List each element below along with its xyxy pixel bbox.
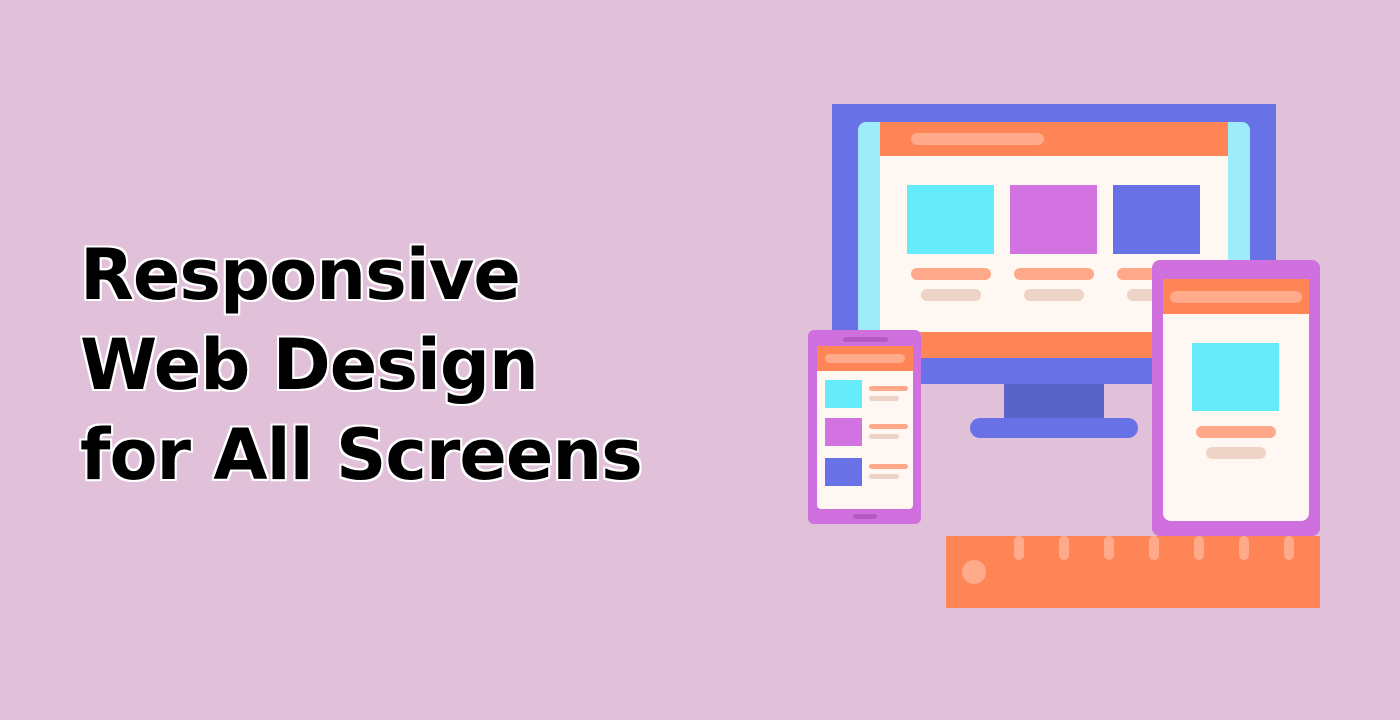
phone-text-line [869, 424, 908, 429]
tablet-text-line [1206, 447, 1266, 459]
monitor-stand-neck [1004, 380, 1104, 422]
ruler-tick [1014, 536, 1024, 560]
ruler-tick [1104, 536, 1114, 560]
phone-text-line [869, 434, 899, 439]
monitor-text-line [1024, 289, 1084, 301]
tablet-card-cyan [1192, 343, 1279, 411]
phone-card-blue [825, 458, 862, 486]
monitor-card-purple [1010, 185, 1097, 254]
phone-speaker [843, 337, 888, 342]
ruler-tick [1284, 536, 1294, 560]
ruler-tick [1059, 536, 1069, 560]
tablet-header-bar [1170, 291, 1302, 303]
ruler-tick [1239, 536, 1249, 560]
monitor-text-line [911, 268, 991, 280]
monitor-text-line [921, 289, 981, 301]
tablet-text-line [1196, 426, 1276, 438]
phone-text-line [869, 396, 899, 401]
tablet-icon [1152, 260, 1320, 536]
monitor-card-blue [1113, 185, 1200, 254]
monitor-stand-base [970, 418, 1138, 438]
monitor-text-line [1014, 268, 1094, 280]
smartphone-icon [808, 330, 921, 524]
ruler-icon [946, 536, 1320, 608]
phone-text-line [869, 386, 908, 391]
phone-home-button [853, 514, 877, 519]
phone-text-line [869, 464, 908, 469]
ruler-tick [1149, 536, 1159, 560]
monitor-card-cyan [907, 185, 994, 254]
ruler-hole [962, 560, 986, 584]
phone-card-purple [825, 418, 862, 446]
ruler-tick [1194, 536, 1204, 560]
phone-text-line [869, 474, 899, 479]
responsive-devices-illustration [808, 104, 1320, 608]
ruler-body [946, 536, 1320, 608]
phone-card-cyan [825, 380, 862, 408]
monitor-header-bar [911, 133, 1044, 145]
phone-header-bar [825, 354, 905, 363]
